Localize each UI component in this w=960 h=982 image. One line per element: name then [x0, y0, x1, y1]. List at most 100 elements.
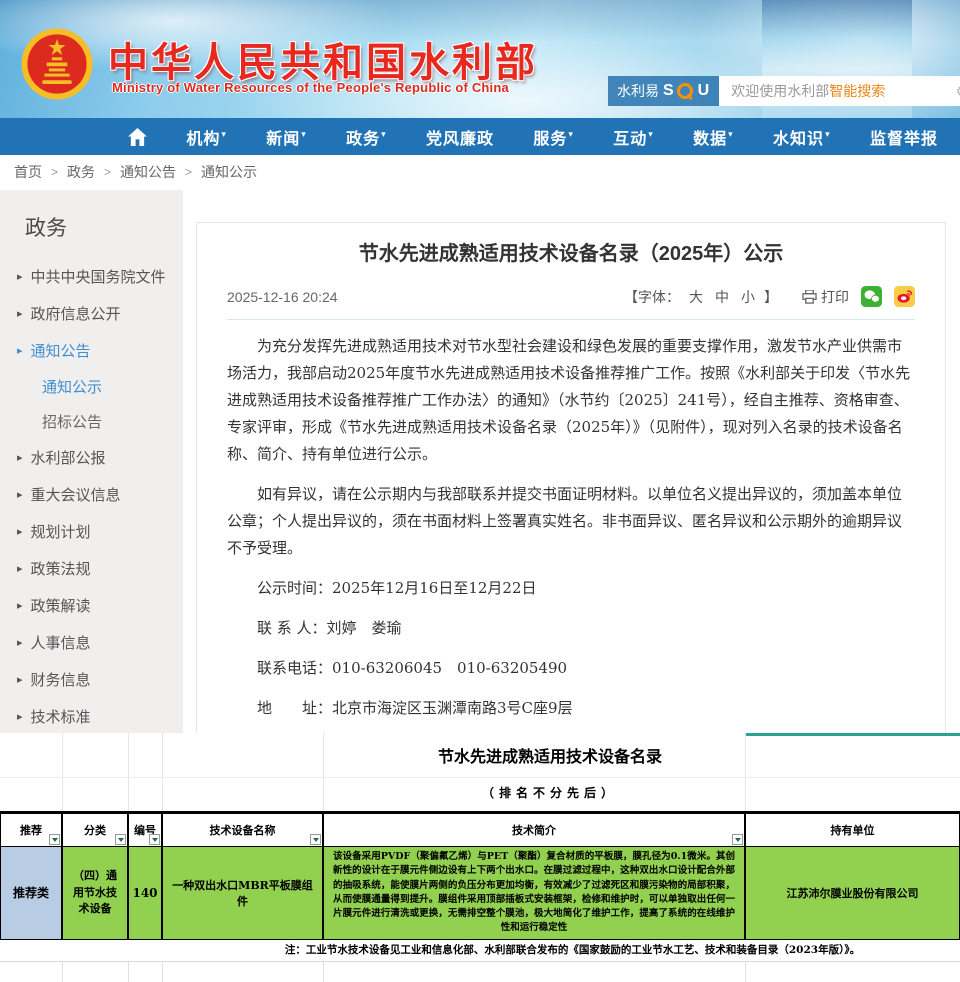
column-header-recommend: 推荐 — [0, 813, 62, 847]
nav-item-govaffairs[interactable]: 政务▾ — [346, 125, 387, 149]
nav-item-services[interactable]: 服务▾ — [533, 125, 574, 149]
sidebar-item-policies[interactable]: ▸政策法规 — [0, 550, 183, 587]
gridline — [128, 962, 129, 982]
column-header-number: 编号 — [128, 813, 162, 847]
nav-item-news[interactable]: 新闻▾ — [266, 125, 307, 149]
article-body: 为充分发挥先进成熟适用技术对节水型社会建设和绿色发展的重要支撑作用，激发节水产业… — [227, 333, 915, 737]
breadcrumb-home[interactable]: 首页 — [14, 155, 42, 190]
filter-icon[interactable] — [149, 834, 160, 845]
print-button[interactable]: 打印 — [802, 287, 849, 307]
triangle-icon: ▸ — [17, 270, 23, 283]
sidebar: 政务 ▸中共中央国务院文件 ▸政府信息公开 ▸通知公告 通知公示 招标公告 ▸水… — [0, 190, 183, 733]
cell-recommend: 推荐类 — [0, 847, 62, 940]
chevron-down-icon: ▾ — [568, 129, 574, 139]
breadcrumb-notices[interactable]: 通知公告 — [120, 155, 176, 190]
nav-item-data[interactable]: 数据▾ — [693, 125, 734, 149]
breadcrumb: 首页 > 政务 > 通知公告 > 通知公示 — [0, 155, 960, 190]
chevron-down-icon: ▾ — [728, 129, 734, 139]
filter-icon[interactable] — [732, 834, 743, 845]
font-size-label-close: 】 — [764, 287, 778, 307]
chevron-down-icon: ▾ — [381, 129, 387, 139]
nav-item-party-conduct[interactable]: 党风廉政 — [426, 125, 494, 149]
triangle-icon: ▸ — [17, 307, 23, 320]
breadcrumb-separator: > — [104, 155, 111, 190]
article: 节水先进成熟适用技术设备名录（2025年）公示 2025-12-16 20:24… — [196, 222, 946, 737]
publish-date: 2025-12-16 20:24 — [227, 289, 338, 305]
font-size-large-button[interactable]: 大 — [689, 287, 703, 307]
sidebar-title: 政务 — [25, 212, 183, 242]
sheet-note: 注：工业节水技术设备见工业和信息化部、水利部联合发布的《国家鼓励的工业节水工艺、… — [0, 940, 960, 962]
nav-item-orgs[interactable]: 机构▾ — [186, 125, 227, 149]
triangle-icon: ▸ — [17, 710, 23, 723]
search-placeholder: 欢迎使用水利部 — [731, 81, 829, 101]
column-header-holder: 持有单位 — [745, 813, 960, 847]
font-size-label: 【字体： — [624, 287, 680, 307]
contact-address: 地 址：北京市海淀区玉渊潭南路3号C座9层 — [227, 695, 915, 722]
sidebar-item-planning[interactable]: ▸规划计划 — [0, 513, 183, 550]
chevron-down-icon: ▾ — [221, 129, 227, 139]
sidebar-subitem-tender-notices[interactable]: 招标公告 — [0, 404, 183, 439]
triangle-icon: ▸ — [17, 344, 23, 357]
breadcrumb-separator: > — [51, 155, 58, 190]
search-input[interactable]: 欢迎使用水利部 智能搜索 ⚙ — [719, 76, 960, 106]
triangle-icon: ▸ — [17, 451, 23, 464]
sidebar-item-central-documents[interactable]: ▸中共中央国务院文件 — [0, 258, 183, 295]
print-label: 打印 — [821, 287, 849, 307]
weibo-share-icon[interactable] — [894, 286, 915, 307]
sheet-header-row: 推荐 分类 编号 技术设备名称 技术简介 持有单位 — [0, 811, 960, 847]
column-header-tech-intro: 技术简介 — [323, 813, 745, 847]
sidebar-item-policy-interpretation[interactable]: ▸政策解读 — [0, 587, 183, 624]
sheet-title: 节水先进成熟适用技术设备名录 — [0, 733, 960, 778]
article-meta: 2025-12-16 20:24 【字体： 大 中 小 】 打印 — [227, 286, 915, 320]
site-title-english: Ministry of Water Resources of the Peopl… — [112, 80, 509, 95]
breadcrumb-current[interactable]: 通知公示 — [201, 155, 257, 190]
sidebar-item-gov-info[interactable]: ▸政府信息公开 — [0, 295, 183, 332]
sidebar-item-notices[interactable]: ▸通知公告 — [0, 332, 183, 369]
sidebar-subitem-notice-publicity[interactable]: 通知公示 — [0, 369, 183, 404]
font-size-small-button[interactable]: 小 — [741, 287, 755, 307]
home-icon[interactable] — [128, 128, 147, 146]
attachment-spreadsheet: 节水先进成熟适用技术设备名录 （排名不分先后） 推荐 分类 编号 技术设备名称 … — [0, 733, 960, 949]
paragraph: 为充分发挥先进成熟适用技术对节水型社会建设和绿色发展的重要支撑作用，激发节水产业… — [227, 333, 915, 468]
sidebar-item-major-meetings[interactable]: ▸重大会议信息 — [0, 476, 183, 513]
breadcrumb-govaffairs[interactable]: 政务 — [67, 155, 95, 190]
filter-icon[interactable] — [49, 834, 60, 845]
sidebar-item-personnel[interactable]: ▸人事信息 — [0, 624, 183, 661]
filter-icon[interactable] — [115, 834, 126, 845]
triangle-icon: ▸ — [17, 599, 23, 612]
font-size-medium-button[interactable]: 中 — [715, 287, 729, 307]
cell-holder: 江苏沛尔膜业股份有限公司 — [745, 847, 960, 940]
gear-icon[interactable]: ⚙ — [956, 83, 960, 100]
search-magnifier-icon — [677, 83, 693, 99]
search-engine-label: 水利易 S U — [608, 76, 719, 106]
page-title: 节水先进成熟适用技术设备名录（2025年）公示 — [227, 237, 915, 266]
nav-item-supervision[interactable]: 监督举报 — [870, 125, 938, 149]
nav-item-water-knowledge[interactable]: 水知识▾ — [773, 125, 831, 149]
sidebar-item-finance[interactable]: ▸财务信息 — [0, 661, 183, 698]
chevron-down-icon: ▾ — [825, 129, 831, 139]
search-engine-u: U — [698, 82, 711, 100]
breadcrumb-separator: > — [185, 155, 192, 190]
cell-tech-intro: 该设备采用PVDF（聚偏氟乙烯）与PET（聚酯）复合材质的平板膜，膜孔径为0.1… — [323, 847, 745, 940]
main-navigation: 机构▾ 新闻▾ 政务▾ 党风廉政 服务▾ 互动▾ 数据▾ 水知识▾ 监督举报 — [0, 118, 960, 155]
triangle-icon: ▸ — [17, 636, 23, 649]
nav-item-interaction[interactable]: 互动▾ — [613, 125, 654, 149]
filter-icon[interactable] — [310, 834, 321, 845]
sheet-empty-row — [0, 962, 960, 982]
print-icon — [802, 290, 817, 304]
cell-number: 140 — [128, 847, 162, 940]
gridline — [162, 962, 163, 982]
cell-equipment-name: 一种双出水口MBR平板膜组件 — [162, 847, 323, 940]
gridline — [745, 962, 746, 982]
wechat-share-icon[interactable] — [861, 286, 882, 307]
column-header-category: 分类 — [62, 813, 128, 847]
search-bar: 水利易 S U 欢迎使用水利部 智能搜索 ⚙ 确定 — [608, 76, 960, 106]
sidebar-item-standards[interactable]: ▸技术标准 — [0, 698, 183, 735]
triangle-icon: ▸ — [17, 562, 23, 575]
search-placeholder-highlight: 智能搜索 — [829, 81, 885, 101]
contact-person: 联 系 人：刘婷 娄瑜 — [227, 615, 915, 642]
sheet-subtitle: （排名不分先后） — [0, 778, 960, 811]
sidebar-item-gazette[interactable]: ▸水利部公报 — [0, 439, 183, 476]
site-banner: 中华人民共和国水利部 Ministry of Water Resources o… — [0, 0, 960, 118]
main-content: 节水先进成熟适用技术设备名录（2025年）公示 2025-12-16 20:24… — [183, 190, 960, 733]
